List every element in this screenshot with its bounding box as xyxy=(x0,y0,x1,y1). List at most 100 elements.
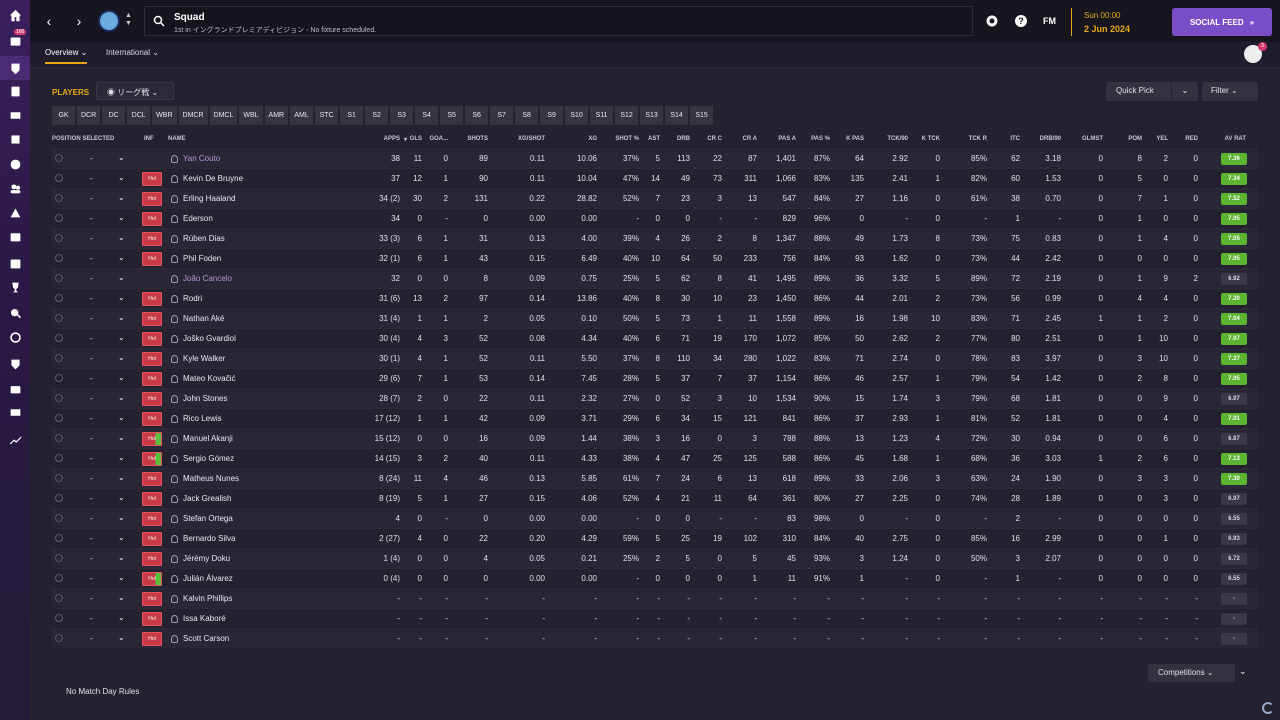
position-dropdown-chevron-icon[interactable]: ⌄ xyxy=(118,513,125,522)
competitions-select[interactable]: Competitions ⌄ xyxy=(1148,664,1235,682)
medical-icon[interactable] xyxy=(8,229,22,243)
position-filter-dcr[interactable]: DCR xyxy=(77,106,101,125)
fm-logo[interactable]: FM xyxy=(1043,16,1056,26)
player-name[interactable]: Issa Kaboré xyxy=(183,614,226,623)
table-row[interactable]: - ⌄ Hol Kalvin Phillips - - - - - - - - - - - - - - - - - - - -… xyxy=(52,588,1258,608)
holiday-status-badge[interactable]: Hol xyxy=(142,472,162,486)
holiday-status-badge[interactable]: Hol xyxy=(142,592,162,606)
position-dropdown-chevron-icon[interactable]: ⌄ xyxy=(118,153,125,162)
player-name[interactable]: Phil Foden xyxy=(183,254,221,263)
table-row[interactable]: - ⌄ Hol Jérémy Doku 1 (4) 0 0 4 0.05 0.21 25% 2 5 0 5 4… xyxy=(52,548,1258,568)
position-dropdown-chevron-icon[interactable]: ⌄ xyxy=(118,453,125,462)
row-select-icon[interactable] xyxy=(55,274,63,282)
row-select-icon[interactable] xyxy=(55,494,63,502)
club-crest-icon[interactable] xyxy=(98,10,120,32)
row-select-icon[interactable] xyxy=(55,334,63,342)
player-name[interactable]: Rodri xyxy=(183,294,202,303)
holiday-status-badge[interactable]: Hol xyxy=(142,232,162,246)
row-select-icon[interactable] xyxy=(55,254,63,262)
holiday-status-badge[interactable]: Hol xyxy=(142,432,162,446)
training-icon[interactable] xyxy=(8,205,22,219)
sort-desc-icon[interactable]: ▾ xyxy=(404,136,407,143)
position-dropdown-chevron-icon[interactable]: ⌄ xyxy=(118,413,125,422)
position-filter-s14[interactable]: S14 xyxy=(665,106,689,125)
position-filter-s8[interactable]: S8 xyxy=(515,106,539,125)
player-name[interactable]: Jack Grealish xyxy=(183,494,231,503)
row-select-icon[interactable] xyxy=(55,474,63,482)
row-select-icon[interactable] xyxy=(55,314,63,322)
position-filter-s4[interactable]: S4 xyxy=(415,106,439,125)
scouting-icon[interactable] xyxy=(8,306,22,320)
position-filter-s7[interactable]: S7 xyxy=(490,106,514,125)
table-row[interactable]: - ⌄ Hol Sergio Gómez 14 (15) 3 2 40 0.11 4.33 38% 4… xyxy=(52,448,1258,468)
position-dropdown-chevron-icon[interactable]: ⌄ xyxy=(118,293,125,302)
player-name[interactable]: Kyle Walker xyxy=(183,354,225,363)
player-name[interactable]: Kalvin Phillips xyxy=(183,594,232,603)
column-header[interactable]: GLMST xyxy=(1082,136,1103,142)
position-dropdown-chevron-icon[interactable]: ⌄ xyxy=(118,493,125,502)
position-dropdown-chevron-icon[interactable]: ⌄ xyxy=(118,533,125,542)
quick-pick-chevron-icon[interactable]: ⌄ xyxy=(1171,82,1198,101)
holiday-status-badge[interactable]: Hol xyxy=(142,332,162,346)
column-header[interactable]: AST xyxy=(648,136,660,142)
row-select-icon[interactable] xyxy=(55,534,63,542)
row-select-icon[interactable] xyxy=(55,574,63,582)
table-row[interactable]: - ⌄ Hol Stefan Ortega 4 0 - 0 0.00 0.00 - 0 0 - - 83 98%… xyxy=(52,508,1258,528)
player-name[interactable]: Ederson xyxy=(183,214,213,223)
holiday-status-badge[interactable]: Hol xyxy=(142,192,162,206)
row-select-icon[interactable] xyxy=(55,234,63,242)
position-dropdown-chevron-icon[interactable]: ⌄ xyxy=(118,333,125,342)
page-title-search-box[interactable]: Squad 1st in イングランドプレミアディビジョン - No fixtu… xyxy=(144,6,973,36)
holiday-status-badge[interactable]: Hol xyxy=(142,572,162,586)
table-row[interactable]: - ⌄ Hol Erling Haaland 34 (2) 30 2 131 0.22 28.82… xyxy=(52,188,1258,208)
position-filter-s9[interactable]: S9 xyxy=(540,106,564,125)
column-header[interactable]: SHOT % xyxy=(615,136,639,142)
position-dropdown-chevron-icon[interactable]: ⌄ xyxy=(118,353,125,362)
game-date[interactable]: Sun 00:00 2 Jun 2024 xyxy=(1071,8,1161,36)
position-filter-s2[interactable]: S2 xyxy=(365,106,389,125)
help-icon[interactable]: ? xyxy=(1014,14,1028,28)
row-select-icon[interactable] xyxy=(55,454,63,462)
position-filter-wbl[interactable]: WBL xyxy=(239,106,263,125)
column-header[interactable]: XG/SHOT xyxy=(518,136,545,142)
transfers-icon[interactable] xyxy=(8,330,22,344)
table-row[interactable]: - ⌄ Hol Rico Lewis 17 (12) 1 1 42 0.09 3.71 29% 6 34… xyxy=(52,408,1258,428)
player-name[interactable]: Mateo Kovačić xyxy=(183,374,235,383)
holiday-status-badge[interactable]: Hol xyxy=(142,412,162,426)
holiday-status-badge[interactable]: Hol xyxy=(142,532,162,546)
column-header[interactable]: ITC xyxy=(1010,136,1020,142)
row-select-icon[interactable] xyxy=(55,354,63,362)
row-select-icon[interactable] xyxy=(55,214,63,222)
player-name[interactable]: Matheus Nunes xyxy=(183,474,239,483)
table-row[interactable]: - ⌄ Hol Joško Gvardiol 30 (4) 4 3 52 0.08 4.34 40%… xyxy=(52,328,1258,348)
position-dropdown-chevron-icon[interactable]: ⌄ xyxy=(118,553,125,562)
table-row[interactable]: - ⌄ Hol Kevin De Bruyne 37 12 1 90 0.11 10.04 47% 1… xyxy=(52,168,1258,188)
player-name[interactable]: João Cancelo xyxy=(183,274,232,283)
holiday-status-badge[interactable]: Hol xyxy=(142,312,162,326)
column-header[interactable]: PAS A xyxy=(778,136,796,142)
table-row[interactable]: - ⌄ Hol Jack Grealish 8 (19) 5 1 27 0.15 4.06 52% 4… xyxy=(52,488,1258,508)
table-row[interactable]: - ⌄ Hol Rodri 31 (6) 13 2 97 0.14 13.86 40% 8 30 10 23… xyxy=(52,288,1258,308)
player-name[interactable]: Julián Álvarez xyxy=(183,574,233,583)
player-name[interactable]: Yan Couto xyxy=(183,154,220,163)
holiday-status-badge[interactable]: Hol xyxy=(142,252,162,266)
position-filter-s12[interactable]: S12 xyxy=(615,106,639,125)
position-dropdown-chevron-icon[interactable]: ⌄ xyxy=(118,193,125,202)
data-hub-icon[interactable] xyxy=(8,108,22,122)
column-header[interactable]: DRB xyxy=(677,136,690,142)
player-name[interactable]: Jérémy Doku xyxy=(183,554,230,563)
dynamics-icon[interactable] xyxy=(8,132,22,146)
row-select-icon[interactable] xyxy=(55,414,63,422)
row-select-icon[interactable] xyxy=(55,374,63,382)
stats-trend-icon[interactable] xyxy=(8,432,22,446)
position-filter-s10[interactable]: S10 xyxy=(565,106,589,125)
holiday-status-badge[interactable]: Hol xyxy=(142,552,162,566)
position-filter-dcl[interactable]: DCL xyxy=(127,106,151,125)
position-filter-s1[interactable]: S1 xyxy=(340,106,364,125)
column-header[interactable]: AV RAT xyxy=(1225,136,1246,142)
club-vision-icon[interactable] xyxy=(8,357,22,371)
column-header[interactable]: NAME xyxy=(168,136,186,142)
player-name[interactable]: Joško Gvardiol xyxy=(183,334,236,343)
holiday-status-badge[interactable]: Hol xyxy=(142,212,162,226)
tactics-icon[interactable] xyxy=(8,84,22,98)
